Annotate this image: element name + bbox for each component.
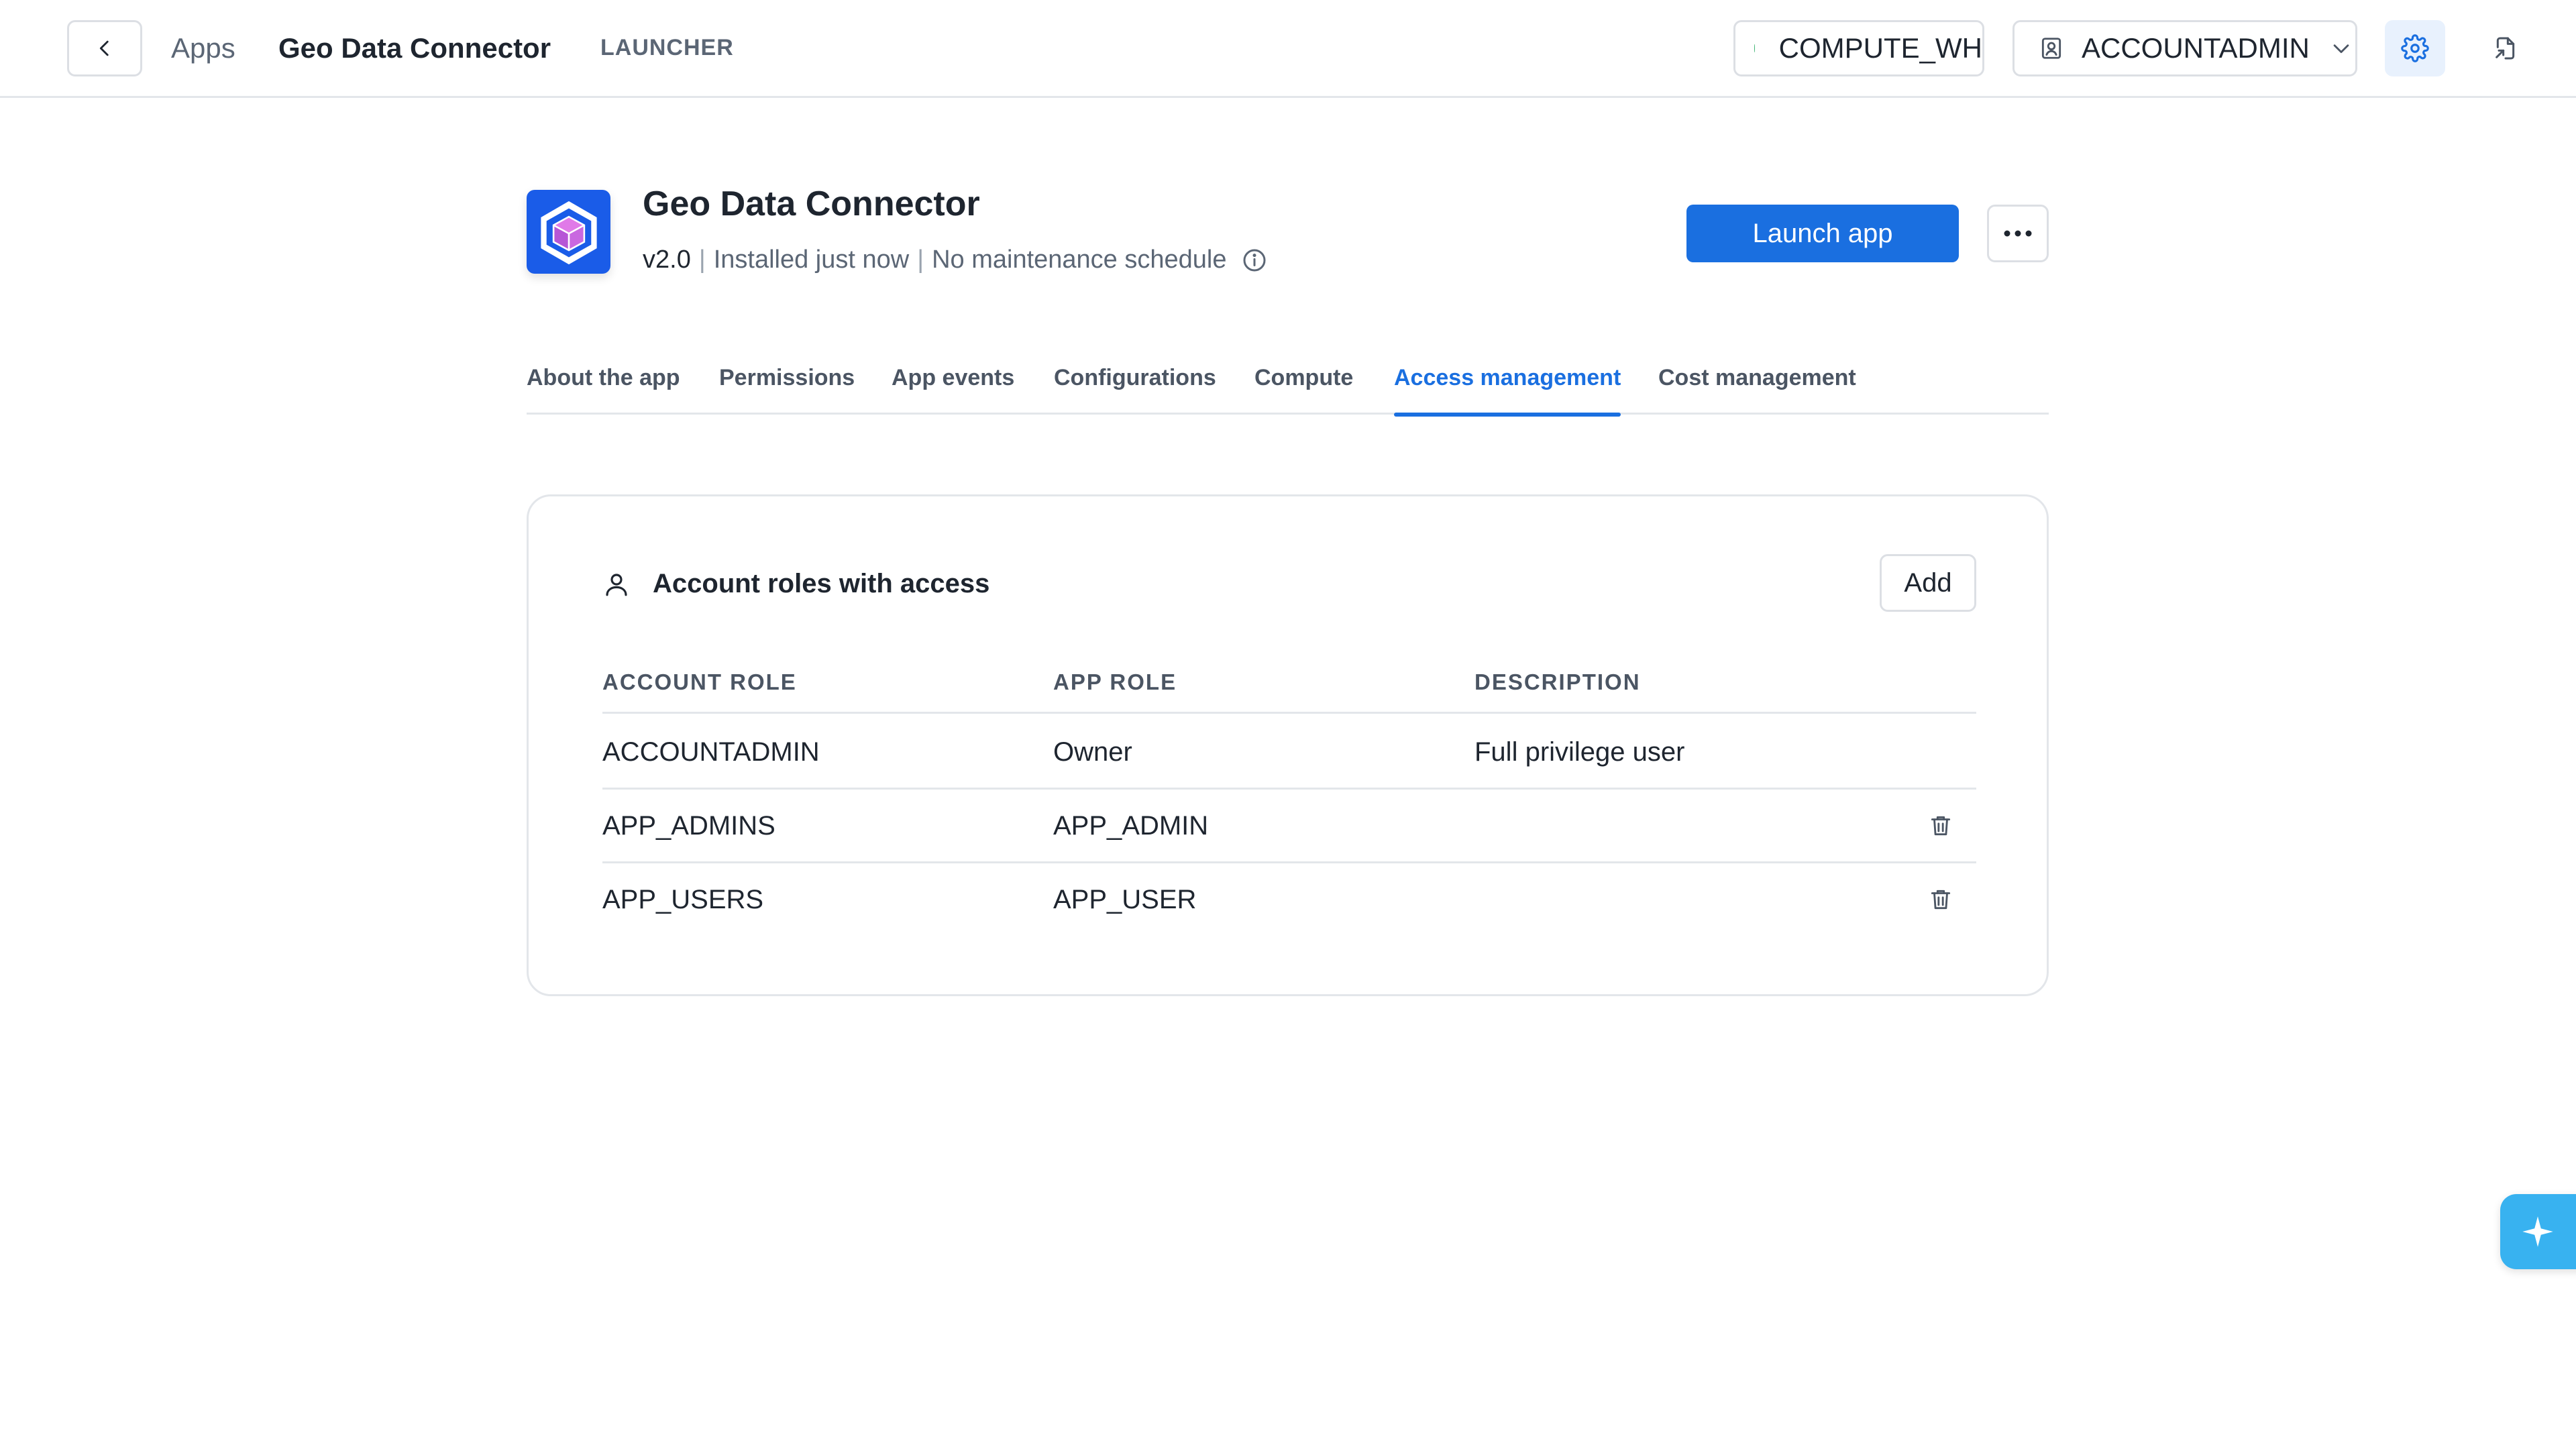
document-button[interactable] bbox=[2475, 20, 2536, 76]
role-label: ACCOUNTADMIN bbox=[2082, 32, 2310, 64]
tab-permissions[interactable]: Permissions bbox=[719, 365, 855, 415]
delete-role-button[interactable] bbox=[1926, 885, 1955, 914]
delete-role-button[interactable] bbox=[1926, 811, 1955, 841]
warehouse-selector[interactable]: COMPUTE_WH bbox=[1733, 20, 1984, 76]
app-role-cell: APP_ADMIN bbox=[1053, 811, 1209, 841]
install-status: Installed just now bbox=[713, 246, 910, 274]
meta-separator: | bbox=[917, 246, 924, 274]
tab-bar: About the app Permissions App events Con… bbox=[527, 349, 2049, 417]
tab-cost-management[interactable]: Cost management bbox=[1658, 365, 1856, 415]
app-logo bbox=[527, 190, 610, 274]
access-roles-card: Account roles with access Add ACCOUNT RO… bbox=[527, 494, 2049, 996]
tab-access-management[interactable]: Access management bbox=[1394, 365, 1621, 417]
warehouse-status-dot bbox=[1754, 44, 1755, 52]
description-cell: Full privilege user bbox=[1474, 737, 1685, 767]
table-row: APP_USERS APP_USER bbox=[602, 863, 1976, 937]
app-role-cell: APP_USER bbox=[1053, 885, 1197, 914]
add-role-button[interactable]: Add bbox=[1880, 554, 1976, 612]
column-header-app-role: APP ROLE bbox=[1053, 669, 1177, 694]
tab-about-the-app[interactable]: About the app bbox=[527, 365, 680, 415]
column-header-description: DESCRIPTION bbox=[1474, 669, 1641, 694]
launcher-link[interactable]: LAUNCHER bbox=[600, 35, 734, 61]
tab-configurations[interactable]: Configurations bbox=[1054, 365, 1216, 415]
more-horizontal-icon bbox=[2004, 230, 2032, 237]
card-title: Account roles with access bbox=[653, 569, 990, 598]
app-meta: v2.0 | Installed just now | No maintenan… bbox=[643, 246, 1268, 274]
app-version: v2.0 bbox=[643, 246, 691, 274]
maintenance-status: No maintenance schedule bbox=[932, 246, 1227, 274]
top-bar: Apps Geo Data Connector LAUNCHER COMPUTE… bbox=[0, 0, 2576, 98]
trash-icon bbox=[1931, 816, 1951, 836]
account-role-cell: ACCOUNTADMIN bbox=[602, 737, 820, 767]
gear-icon bbox=[2401, 34, 2429, 62]
role-badge-icon bbox=[2041, 38, 2061, 59]
app-role-cell: Owner bbox=[1053, 737, 1132, 767]
user-icon bbox=[606, 574, 627, 596]
table-row: APP_ADMINS APP_ADMIN bbox=[602, 790, 1976, 863]
more-options-button[interactable] bbox=[1987, 205, 2049, 262]
tab-app-events[interactable]: App events bbox=[892, 365, 1014, 415]
trash-icon bbox=[1931, 890, 1951, 910]
account-role-cell: APP_USERS bbox=[602, 885, 764, 914]
sparkle-icon bbox=[2522, 1216, 2553, 1247]
table-row: ACCOUNTADMIN Owner Full privilege user bbox=[602, 716, 1976, 790]
warehouse-label: COMPUTE_WH bbox=[1778, 32, 1982, 64]
cube-logo-icon bbox=[540, 201, 597, 264]
column-header-account-role: ACCOUNT ROLE bbox=[602, 669, 797, 694]
chevron-left-icon bbox=[99, 40, 109, 56]
app-title: Geo Data Connector bbox=[643, 184, 980, 223]
info-icon[interactable] bbox=[1241, 247, 1268, 274]
settings-button[interactable] bbox=[2385, 20, 2445, 76]
ai-assistant-button[interactable] bbox=[2500, 1194, 2576, 1269]
back-button[interactable] bbox=[67, 20, 142, 76]
breadcrumb-current-app: Geo Data Connector bbox=[278, 32, 551, 64]
role-selector[interactable]: ACCOUNTADMIN bbox=[2012, 20, 2357, 76]
breadcrumb-apps[interactable]: Apps bbox=[171, 32, 235, 64]
table-header: ACCOUNT ROLE APP ROLE DESCRIPTION bbox=[602, 669, 1976, 714]
chevron-down-icon bbox=[2333, 44, 2349, 54]
tab-compute[interactable]: Compute bbox=[1254, 365, 1353, 415]
document-link-icon bbox=[2496, 37, 2515, 60]
meta-separator: | bbox=[698, 246, 706, 274]
launch-app-button[interactable]: Launch app bbox=[1686, 205, 1959, 262]
account-role-cell: APP_ADMINS bbox=[602, 811, 775, 841]
